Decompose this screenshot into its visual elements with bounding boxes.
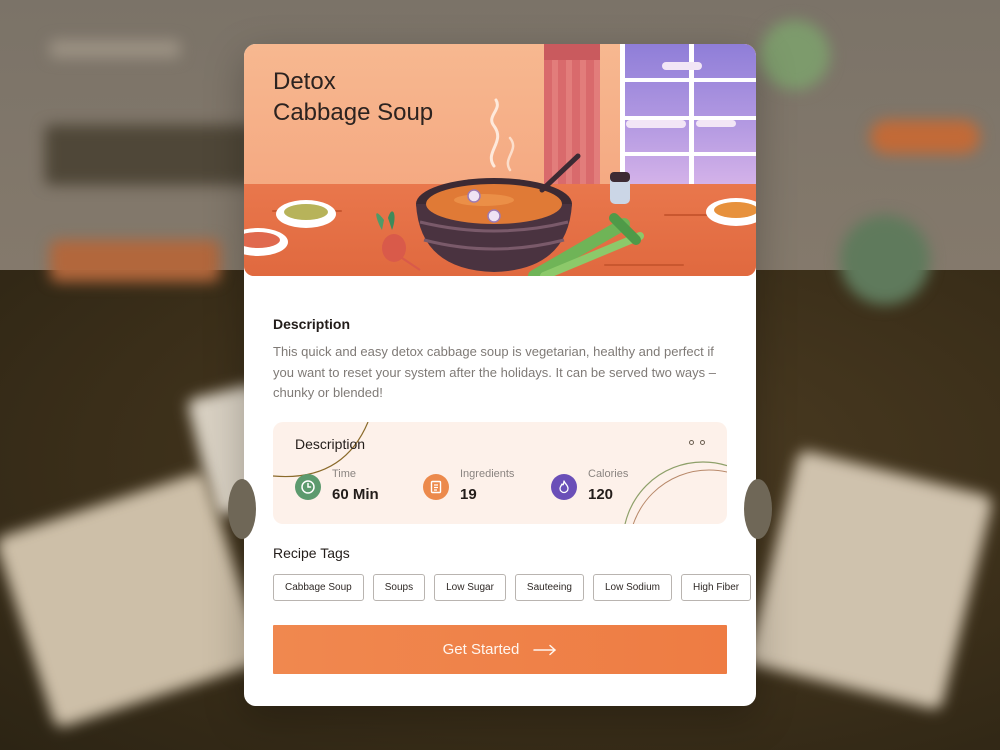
- card-notch-right: [744, 479, 772, 539]
- stat-calories-label: Calories: [588, 468, 629, 480]
- blurred-plant: [840, 215, 930, 305]
- tag-soups[interactable]: Soups: [372, 574, 426, 601]
- dot: [700, 440, 705, 445]
- stat-time-label: Time: [332, 468, 357, 480]
- stat-calories-value: 120: [588, 486, 614, 503]
- blurred-leaf: [760, 20, 830, 90]
- dot: [689, 440, 694, 445]
- blurred-button: [50, 240, 220, 282]
- card-notch-left: [228, 479, 256, 539]
- tag-low-sodium[interactable]: Low Sodium: [592, 574, 672, 601]
- recipe-card: Detox Cabbage Soup Description This quic…: [228, 44, 772, 706]
- description-text: This quick and easy detox cabbage soup i…: [273, 344, 716, 400]
- clock-icon: [295, 474, 321, 500]
- recipe-hero-illustration: Detox Cabbage Soup: [244, 44, 756, 276]
- stat-ingredients-label: Ingredients: [460, 468, 515, 480]
- soup-scene-svg: [244, 98, 756, 276]
- info-panel-heading: Description: [295, 436, 366, 452]
- tag-high-fiber[interactable]: High Fiber: [680, 574, 752, 601]
- tag-sauteeing[interactable]: Sauteeing: [514, 574, 584, 601]
- stat-time-value: 60 Min: [332, 486, 379, 503]
- flame-icon: [551, 474, 577, 500]
- recipe-info-panel: Description Time 60 Min Ingredients 19 C…: [273, 422, 727, 524]
- tag-low-sugar[interactable]: Low Sugar: [434, 574, 506, 601]
- blurred-heading: [45, 125, 255, 185]
- recipe-tags-list: Cabbage Soup Soups Low Sugar Sauteeing L…: [273, 574, 752, 601]
- notebook-icon: [423, 474, 449, 500]
- blurred-pill: [870, 120, 980, 154]
- arrow-right-icon: [533, 644, 557, 655]
- recipe-tags-heading: Recipe Tags: [273, 545, 350, 561]
- get-started-button[interactable]: Get Started: [273, 625, 727, 674]
- more-options-icon[interactable]: [689, 440, 705, 445]
- description-heading: Description: [273, 316, 351, 332]
- tag-cabbage-soup[interactable]: Cabbage Soup: [273, 574, 364, 601]
- get-started-label: Get Started: [442, 641, 520, 658]
- stat-ingredients-value: 19: [460, 486, 477, 503]
- blurred-logo: [50, 40, 180, 58]
